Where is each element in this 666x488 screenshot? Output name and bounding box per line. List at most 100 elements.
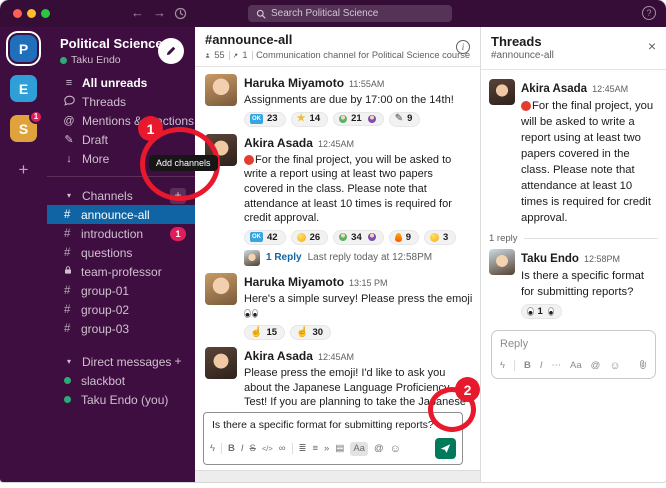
- reaction-pill[interactable]: 30: [290, 325, 331, 340]
- history-back-button[interactable]: ←: [131, 5, 144, 21]
- composer-input[interactable]: Is there a specific format for submittin…: [204, 413, 462, 435]
- emoji-icon[interactable]: ☺: [390, 443, 401, 455]
- shortcuts-icon[interactable]: ϟ: [210, 443, 215, 455]
- threads-bubble-icon: [62, 95, 76, 109]
- paper-plane-icon: [440, 443, 451, 454]
- dm-section-header[interactable]: ▾ Direct messages +: [47, 352, 195, 371]
- code-icon[interactable]: </>: [262, 443, 273, 455]
- history-forward-button[interactable]: →: [153, 5, 166, 21]
- reaction-pill[interactable]: 15: [244, 325, 285, 340]
- author-name[interactable]: Akira Asada: [244, 136, 313, 150]
- presence-dot: [64, 394, 75, 406]
- help-button[interactable]: ?: [642, 6, 656, 20]
- workspace-header[interactable]: Political Science∨ Taku Endo: [47, 27, 195, 73]
- format-toggle-icon[interactable]: Aa: [350, 442, 368, 456]
- zoom-window-button[interactable]: [41, 9, 50, 18]
- search-input[interactable]: Search Political Science: [248, 5, 452, 22]
- sidebar-channel-group-02[interactable]: #group-02: [47, 300, 195, 319]
- channel-title: #announce-all: [205, 32, 470, 47]
- blockquote-icon[interactable]: »: [324, 443, 329, 455]
- message-composer[interactable]: Is there a specific format for submittin…: [203, 412, 463, 465]
- attach-paperclip-icon[interactable]: [639, 359, 647, 373]
- workspace-icon-s[interactable]: S 1: [10, 115, 37, 142]
- reaction-pill[interactable]: 3: [424, 230, 456, 245]
- avatar[interactable]: [205, 74, 237, 106]
- emoji-icon[interactable]: ☺: [609, 360, 620, 372]
- members-count[interactable]: 55: [214, 50, 224, 60]
- format-toggle-icon[interactable]: Aa: [570, 360, 582, 372]
- reaction-pill[interactable]: 26: [291, 230, 329, 245]
- avatar[interactable]: [489, 249, 515, 275]
- channels-header-label: Channels: [82, 189, 133, 203]
- channel-topic[interactable]: Communication channel for Political Scie…: [256, 50, 470, 60]
- workspace-icon-e[interactable]: E: [10, 75, 37, 102]
- avatar[interactable]: [205, 273, 237, 305]
- avatar[interactable]: [489, 79, 515, 105]
- close-icon[interactable]: ×: [648, 40, 656, 52]
- add-dm-button[interactable]: +: [170, 354, 186, 370]
- bold-icon[interactable]: B: [524, 360, 531, 372]
- reply-count-link[interactable]: 1 Reply: [266, 252, 302, 263]
- message-text: Here's a simple survey! Please press the…: [244, 293, 472, 305]
- author-name[interactable]: Haruka Miyamoto: [244, 76, 344, 90]
- eyes-emoji: [244, 306, 258, 321]
- author-name[interactable]: Akira Asada: [244, 349, 313, 363]
- threads-title: Threads: [491, 34, 656, 49]
- sidebar-channel-introduction[interactable]: #introduction1: [47, 224, 195, 243]
- author-name[interactable]: Haruka Miyamoto: [244, 275, 344, 289]
- mention-icon[interactable]: @: [591, 360, 601, 372]
- more-icon[interactable]: ⋯: [552, 360, 562, 372]
- new-message-button[interactable]: [158, 38, 184, 64]
- reaction-pill[interactable]: 9: [389, 112, 421, 127]
- sidebar-channel-announce-all[interactable]: #announce-all: [47, 205, 195, 224]
- reaction-pill[interactable]: 9: [389, 230, 419, 245]
- workspace-icon-political-science[interactable]: P: [10, 35, 37, 62]
- sidebar-channel-group-03[interactable]: #group-03: [47, 319, 195, 338]
- avatar[interactable]: [205, 347, 237, 379]
- shortcuts-icon[interactable]: ϟ: [500, 360, 505, 372]
- italic-icon[interactable]: I: [241, 443, 244, 455]
- history-clock-icon[interactable]: [174, 7, 187, 25]
- author-name[interactable]: Taku Endo: [521, 253, 579, 265]
- strikethrough-icon[interactable]: S: [250, 443, 256, 455]
- pinned-count[interactable]: 1: [242, 50, 247, 60]
- timestamp: 12:45AM: [318, 352, 354, 362]
- info-icon[interactable]: i: [456, 40, 470, 54]
- add-workspace-button[interactable]: +: [10, 160, 37, 180]
- reaction-pill[interactable]: 1: [521, 304, 562, 319]
- reaction-pill[interactable]: 23: [244, 112, 286, 127]
- lock-icon: [64, 265, 75, 278]
- reaction-pill[interactable]: 14: [291, 112, 329, 127]
- sidebar-dm-slackbot[interactable]: slackbot: [47, 371, 195, 390]
- reply-placeholder[interactable]: Reply: [500, 338, 647, 350]
- reaction-pill[interactable]: 34: [333, 230, 384, 245]
- sidebar-item-threads[interactable]: Threads: [47, 92, 195, 111]
- mention-icon[interactable]: @: [374, 443, 384, 455]
- message: Akira Asada12:45AM For the final project…: [205, 134, 474, 266]
- italic-icon[interactable]: I: [540, 360, 543, 372]
- send-button[interactable]: [435, 438, 456, 459]
- hash-icon: #: [64, 247, 75, 259]
- message-text: Assignments are due by 17:00 on the 14th…: [244, 93, 474, 108]
- bold-icon[interactable]: B: [228, 443, 235, 455]
- annotation-step-2: 2: [455, 377, 480, 402]
- sidebar-channel-questions[interactable]: #questions: [47, 243, 195, 262]
- code-block-icon[interactable]: ▤: [335, 443, 344, 455]
- sidebar-item-all-unreads[interactable]: ≡All unreads: [47, 73, 195, 92]
- link-icon[interactable]: ∞: [279, 443, 286, 455]
- bullet-list-icon[interactable]: ≡: [312, 443, 318, 455]
- sidebar-dm-taku-endo[interactable]: Taku Endo (you): [47, 390, 195, 409]
- author-name[interactable]: Akira Asada: [521, 83, 587, 95]
- ordered-list-icon[interactable]: ≣: [299, 443, 307, 455]
- minimize-window-button[interactable]: [27, 9, 36, 18]
- thread-reply-composer[interactable]: Reply ϟ B I ⋯ Aa @ ☺: [491, 330, 656, 379]
- titlebar: ← → Search Political Science ?: [0, 0, 666, 27]
- reply-count-row: 1 reply: [489, 233, 658, 244]
- reaction-pill[interactable]: 21: [333, 112, 384, 127]
- presence-dot: [64, 375, 75, 387]
- close-window-button[interactable]: [13, 9, 22, 18]
- sidebar-channel-group-01[interactable]: #group-01: [47, 281, 195, 300]
- sidebar-channel-team-professor[interactable]: team-professor: [47, 262, 195, 281]
- reaction-pill[interactable]: 42: [244, 230, 286, 245]
- thread-summary[interactable]: 1 Reply Last reply today at 12:58PM: [244, 250, 474, 266]
